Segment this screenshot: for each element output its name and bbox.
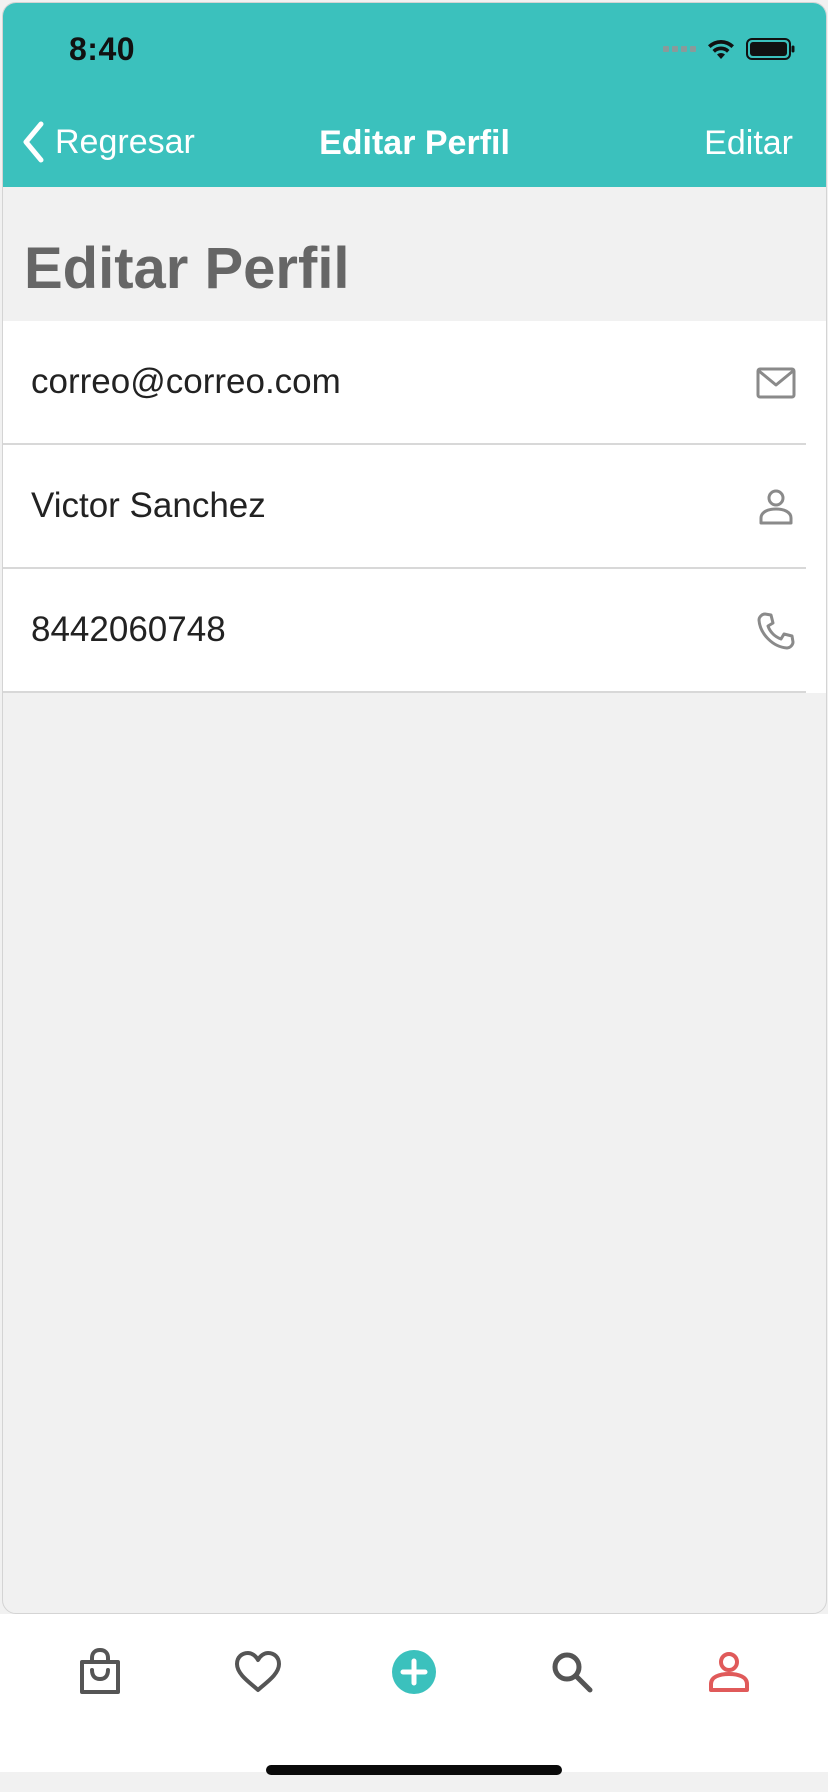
name-field[interactable] [31,445,711,567]
email-row [3,321,826,445]
edit-button[interactable]: Editar [704,124,793,163]
tab-favorites[interactable] [230,1644,286,1700]
tab-add[interactable] [386,1644,442,1700]
heart-icon [235,1651,281,1692]
tab-shop[interactable] [72,1644,128,1700]
shopping-bag-icon [80,1648,120,1694]
phone-field[interactable] [31,569,711,691]
name-row [3,445,826,569]
search-icon [552,1652,593,1693]
header: 8:40 Regresar Editar Perfil Editar [3,3,826,187]
phone-icon [757,612,795,650]
profile-icon [709,1652,749,1692]
status-time: 8:40 [69,31,136,67]
divider [3,691,806,693]
add-circle-icon [392,1650,436,1694]
tab-profile[interactable] [701,1644,757,1700]
mail-icon [756,367,796,399]
email-field[interactable] [31,321,711,443]
page-title: Editar Perfil [24,236,350,301]
nav-title: Editar Perfil [319,124,510,162]
wifi-icon [708,39,734,59]
tab-bar [0,1614,828,1772]
app-screen: 8:40 Regresar Editar Perfil Editar Edita… [2,2,827,1614]
tab-search[interactable] [544,1644,600,1700]
phone-row [3,569,826,693]
battery-icon [746,38,795,60]
status-icons [663,37,796,61]
signal-icon [663,46,696,52]
profile-form [3,321,826,693]
home-indicator[interactable] [266,1765,562,1775]
person-icon [759,489,793,525]
